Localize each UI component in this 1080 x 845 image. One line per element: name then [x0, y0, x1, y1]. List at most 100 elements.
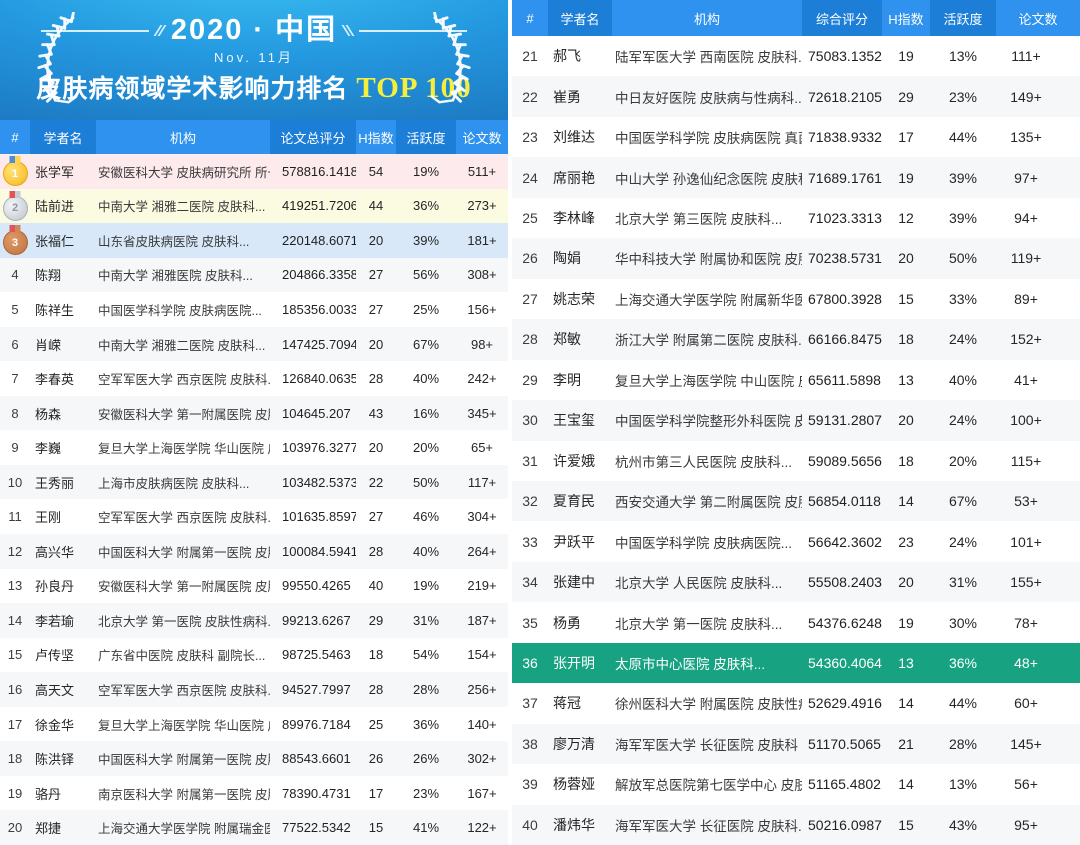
paper-count: 65+ — [456, 440, 508, 455]
score-value: 56854.0118 — [802, 493, 882, 509]
table-row[interactable]: 11 王刚 空军军医大学 西京医院 皮肤科... 101635.8597 27 … — [0, 499, 508, 534]
activity-value: 24% — [930, 331, 996, 347]
h-index-value: 29 — [356, 613, 396, 628]
score-value: 56642.3602 — [802, 534, 882, 550]
rank-cell: 36 — [512, 655, 548, 671]
banner-date: Nov. 11月 — [36, 51, 471, 66]
table-row[interactable]: 15 卢传坚 广东省中医院 皮肤科 副院长... 98725.5463 18 5… — [0, 638, 508, 673]
paper-count: 511+ — [456, 164, 508, 179]
score-value: 103976.3277 — [270, 440, 356, 455]
institution: 空军军医大学 西京医院 皮肤科... — [96, 507, 270, 526]
paper-count: 60+ — [996, 695, 1056, 711]
h-index-value: 18 — [882, 331, 930, 347]
scholar-name: 廖万清 — [548, 734, 612, 754]
table-row[interactable]: 20 郑捷 上海交通大学医学院 附属瑞金医院... 77522.5342 15 … — [0, 810, 508, 845]
table-row[interactable]: 29 李明 复旦大学上海医学院 中山医院 皮... 65611.5898 13 … — [512, 360, 1080, 400]
activity-value: 19% — [396, 578, 456, 593]
h-index-value: 28 — [356, 371, 396, 386]
column-header-0: # — [0, 120, 30, 154]
table-row[interactable]: 35 杨勇 北京大学 第一医院 皮肤科... 54376.6248 19 30%… — [512, 602, 1080, 642]
paper-count: 155+ — [996, 574, 1056, 590]
table-row[interactable]: 30 王宝玺 中国医学科学院整形外科医院 皮肤... 59131.2807 20… — [512, 400, 1080, 440]
activity-value: 50% — [396, 475, 456, 490]
table-row[interactable]: 17 徐金华 复旦大学上海医学院 华山医院 皮... 89976.7184 25… — [0, 707, 508, 742]
h-index-value: 25 — [356, 717, 396, 732]
rank-cell: 26 — [512, 250, 548, 266]
table-row[interactable]: 19 骆丹 南京医科大学 附属第一医院 皮肤... 78390.4731 17 … — [0, 776, 508, 811]
score-value: 104645.207 — [270, 406, 356, 421]
scholar-name: 郑捷 — [30, 818, 96, 837]
table-row[interactable]: 26 陶娟 华中科技大学 附属协和医院 皮肤... 70238.5731 20 … — [512, 238, 1080, 278]
decorative-ticks-left — [157, 25, 163, 36]
rank-cell: 2 — [0, 191, 30, 221]
table-row[interactable]: 18 陈洪铎 中国医科大学 附属第一医院 皮肤... 88543.6601 26… — [0, 741, 508, 776]
table-row[interactable]: 27 姚志荣 上海交通大学医学院 附属新华医院... 67800.3928 15… — [512, 279, 1080, 319]
table-row[interactable]: 37 蒋冠 徐州医科大学 附属医院 皮肤性病... 52629.4916 14 … — [512, 683, 1080, 723]
score-value: 72618.2105 — [802, 89, 882, 105]
table-row[interactable]: 6 肖嵘 中南大学 湘雅二医院 皮肤科... 147425.7094 20 67… — [0, 327, 508, 362]
institution: 中山大学 孙逸仙纪念医院 皮肤科... — [612, 168, 802, 188]
table-row[interactable]: 32 夏育民 西安交通大学 第二附属医院 皮肤... 56854.0118 14… — [512, 481, 1080, 521]
institution: 陆军军医大学 西南医院 皮肤科... — [612, 46, 802, 66]
score-value: 54360.4064 — [802, 655, 882, 671]
paper-count: 95+ — [996, 817, 1056, 833]
activity-value: 54% — [396, 647, 456, 662]
scholar-name: 李巍 — [30, 438, 96, 457]
institution: 中南大学 湘雅二医院 皮肤科... — [96, 196, 270, 215]
table-row[interactable]: 14 李若瑜 北京大学 第一医院 皮肤性病科... 99213.6267 29 … — [0, 603, 508, 638]
table-row[interactable]: 24 席丽艳 中山大学 孙逸仙纪念医院 皮肤科... 71689.1761 19… — [512, 157, 1080, 197]
table-row[interactable]: 38 廖万清 海军军医大学 长征医院 皮肤科 工... 51170.5065 2… — [512, 724, 1080, 764]
table-row[interactable]: 36 张开明 太原市中心医院 皮肤科... 54360.4064 13 36% … — [512, 643, 1080, 683]
scholar-name: 郑敏 — [548, 329, 612, 349]
paper-count: 56+ — [996, 776, 1056, 792]
h-index-value: 15 — [882, 817, 930, 833]
table-row[interactable]: 39 杨蓉娅 解放军总医院第七医学中心 皮肤科... 51165.4802 14… — [512, 764, 1080, 804]
scholar-name: 姚志荣 — [548, 289, 612, 309]
table-row[interactable]: 40 潘炜华 海军军医大学 长征医院 皮肤科... 50216.0987 15 … — [512, 805, 1080, 845]
table-row[interactable]: 9 李巍 复旦大学上海医学院 华山医院 皮... 103976.3277 20 … — [0, 430, 508, 465]
rank-cell: 1 — [0, 156, 30, 186]
scholar-name: 李春英 — [30, 369, 96, 388]
table-row[interactable]: 4 陈翔 中南大学 湘雅医院 皮肤科... 204866.3358 27 56%… — [0, 258, 508, 293]
table-row[interactable]: 23 刘维达 中国医学科学院 皮肤病医院 真菌... 71838.9332 17… — [512, 117, 1080, 157]
table-row[interactable]: 8 杨森 安徽医科大学 第一附属医院 皮肤... 104645.207 43 1… — [0, 396, 508, 431]
table-row[interactable]: 13 孙良丹 安徽医科大学 第一附属医院 皮肤... 99550.4265 40… — [0, 569, 508, 604]
activity-value: 36% — [396, 717, 456, 732]
column-header-3: 论文总评分 — [270, 120, 356, 154]
table-row[interactable]: 21 郝飞 陆军军医大学 西南医院 皮肤科... 75083.1352 19 1… — [512, 36, 1080, 76]
table-row[interactable]: 25 李林峰 北京大学 第三医院 皮肤科... 71023.3313 12 39… — [512, 198, 1080, 238]
activity-value: 39% — [930, 210, 996, 226]
table-row[interactable]: 33 尹跃平 中国医学科学院 皮肤病医院... 56642.3602 23 24… — [512, 521, 1080, 561]
score-value: 99550.4265 — [270, 578, 356, 593]
activity-value: 20% — [930, 453, 996, 469]
column-header-0: # — [512, 0, 548, 36]
paper-count: 308+ — [456, 267, 508, 282]
scholar-name: 王宝玺 — [548, 410, 612, 430]
table-row[interactable]: 2 陆前进 中南大学 湘雅二医院 皮肤科... 419251.7206 44 3… — [0, 189, 508, 224]
table-row[interactable]: 34 张建中 北京大学 人民医院 皮肤科... 55508.2403 20 31… — [512, 562, 1080, 602]
scholar-name: 郝飞 — [548, 46, 612, 66]
scholar-name: 王秀丽 — [30, 473, 96, 492]
banner-year-row: 2020 · 中国 — [36, 14, 471, 47]
table-row[interactable]: 12 高兴华 中国医科大学 附属第一医院 皮肤... 100084.5941 2… — [0, 534, 508, 569]
right-table-body: 21 郝飞 陆军军医大学 西南医院 皮肤科... 75083.1352 19 1… — [512, 36, 1080, 845]
score-value: 67800.3928 — [802, 291, 882, 307]
h-index-value: 19 — [882, 170, 930, 186]
table-row[interactable]: 10 王秀丽 上海市皮肤病医院 皮肤科... 103482.5373 22 50… — [0, 465, 508, 500]
scholar-name: 杨勇 — [548, 613, 612, 633]
table-row[interactable]: 16 高天文 空军军医大学 西京医院 皮肤科... 94527.7997 28 … — [0, 672, 508, 707]
table-row[interactable]: 5 陈祥生 中国医学科学院 皮肤病医院... 185356.0033 27 25… — [0, 292, 508, 327]
h-index-value: 13 — [882, 655, 930, 671]
rank-cell: 31 — [512, 453, 548, 469]
institution: 太原市中心医院 皮肤科... — [612, 653, 802, 673]
table-row[interactable]: 28 郑敏 浙江大学 附属第二医院 皮肤科... 66166.8475 18 2… — [512, 319, 1080, 359]
rank-cell: 30 — [512, 412, 548, 428]
scholar-name: 陈祥生 — [30, 300, 96, 319]
table-row[interactable]: 22 崔勇 中日友好医院 皮肤病与性病科... 72618.2105 29 23… — [512, 76, 1080, 116]
table-row[interactable]: 3 张福仁 山东省皮肤病医院 皮肤科... 220148.6071 20 39%… — [0, 223, 508, 258]
column-header-3: 综合评分 — [802, 0, 882, 36]
table-row[interactable]: 1 张学军 安徽医科大学 皮肤病研究所 所长... 578816.1418 54… — [0, 154, 508, 189]
paper-count: 41+ — [996, 372, 1056, 388]
table-row[interactable]: 31 许爱娥 杭州市第三人民医院 皮肤科... 59089.5656 18 20… — [512, 441, 1080, 481]
table-row[interactable]: 7 李春英 空军军医大学 西京医院 皮肤科... 126840.0635 28 … — [0, 361, 508, 396]
